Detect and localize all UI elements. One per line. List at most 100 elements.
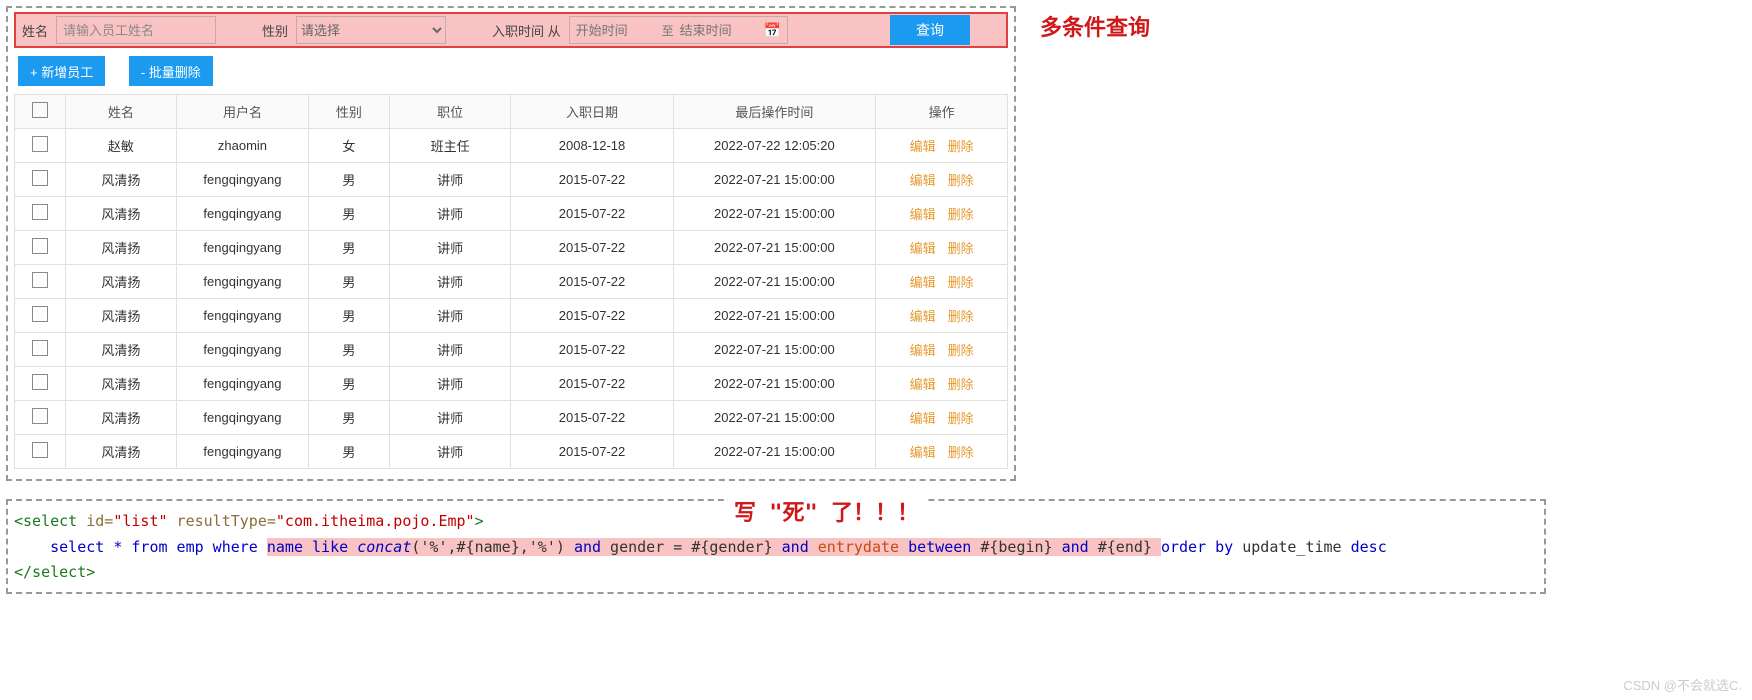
th-gender: 性别: [308, 95, 389, 129]
th-name: 姓名: [65, 95, 176, 129]
cell-name: 风清扬: [65, 299, 176, 333]
edit-link[interactable]: 编辑: [910, 173, 936, 188]
delete-link[interactable]: 删除: [948, 377, 974, 392]
cell-position: 讲师: [389, 231, 511, 265]
add-employee-button[interactable]: + 新增员工: [18, 56, 105, 86]
gender-label: 性别: [262, 21, 288, 40]
cell-username: fengqingyang: [177, 367, 309, 401]
cell-entrydate: 2015-07-22: [511, 231, 673, 265]
search-bar: 姓名 性别 请选择 入职时间 从 至 📅 查询: [14, 12, 1008, 48]
table-row: 风清扬fengqingyang男讲师2015-07-222022-07-21 1…: [15, 299, 1008, 333]
top-panel: 姓名 性别 请选择 入职时间 从 至 📅 查询 + 新增员工 - 批量删除 姓名…: [6, 6, 1016, 481]
cell-position: 讲师: [389, 265, 511, 299]
date-start-input[interactable]: [576, 23, 656, 38]
table-row: 赵敏zhaomin女班主任2008-12-182022-07-22 12:05:…: [15, 129, 1008, 163]
cell-lastop: 2022-07-21 15:00:00: [673, 401, 876, 435]
table-row: 风清扬fengqingyang男讲师2015-07-222022-07-21 1…: [15, 435, 1008, 469]
delete-link[interactable]: 删除: [948, 173, 974, 188]
employee-table: 姓名 用户名 性别 职位 入职日期 最后操作时间 操作 赵敏zhaomin女班主…: [14, 94, 1008, 469]
table-row: 风清扬fengqingyang男讲师2015-07-222022-07-21 1…: [15, 367, 1008, 401]
table-row: 风清扬fengqingyang男讲师2015-07-222022-07-21 1…: [15, 163, 1008, 197]
edit-link[interactable]: 编辑: [910, 445, 936, 460]
cell-username: fengqingyang: [177, 401, 309, 435]
delete-link[interactable]: 删除: [948, 411, 974, 426]
batch-delete-button[interactable]: - 批量删除: [129, 56, 213, 86]
delete-link[interactable]: 删除: [948, 445, 974, 460]
delete-link[interactable]: 删除: [948, 275, 974, 290]
table-header-row: 姓名 用户名 性别 职位 入职日期 最后操作时间 操作: [15, 95, 1008, 129]
cell-name: 赵敏: [65, 129, 176, 163]
row-checkbox[interactable]: [32, 136, 48, 152]
cell-username: fengqingyang: [177, 435, 309, 469]
code-line-3: </select>: [14, 560, 1538, 586]
row-checkbox[interactable]: [32, 238, 48, 254]
edit-link[interactable]: 编辑: [910, 411, 936, 426]
cell-name: 风清扬: [65, 333, 176, 367]
delete-link[interactable]: 删除: [948, 207, 974, 222]
cell-gender: 男: [308, 197, 389, 231]
row-checkbox[interactable]: [32, 204, 48, 220]
cell-gender: 男: [308, 367, 389, 401]
row-checkbox[interactable]: [32, 306, 48, 322]
table-row: 风清扬fengqingyang男讲师2015-07-222022-07-21 1…: [15, 401, 1008, 435]
delete-link[interactable]: 删除: [948, 343, 974, 358]
cell-position: 讲师: [389, 333, 511, 367]
th-username: 用户名: [177, 95, 309, 129]
cell-entrydate: 2015-07-22: [511, 197, 673, 231]
cell-username: fengqingyang: [177, 333, 309, 367]
delete-link[interactable]: 删除: [948, 139, 974, 154]
edit-link[interactable]: 编辑: [910, 139, 936, 154]
th-action: 操作: [876, 95, 1008, 129]
cell-entrydate: 2015-07-22: [511, 299, 673, 333]
table-row: 风清扬fengqingyang男讲师2015-07-222022-07-21 1…: [15, 265, 1008, 299]
cell-name: 风清扬: [65, 265, 176, 299]
cell-entrydate: 2015-07-22: [511, 333, 673, 367]
cell-gender: 男: [308, 265, 389, 299]
edit-link[interactable]: 编辑: [910, 275, 936, 290]
table-row: 风清扬fengqingyang男讲师2015-07-222022-07-21 1…: [15, 197, 1008, 231]
date-end-input[interactable]: [680, 23, 760, 38]
row-checkbox[interactable]: [32, 408, 48, 424]
cell-position: 讲师: [389, 435, 511, 469]
delete-link[interactable]: 删除: [948, 309, 974, 324]
annotation-multi-condition: 多条件查询: [1040, 10, 1150, 42]
cell-entrydate: 2015-07-22: [511, 367, 673, 401]
name-input[interactable]: [56, 16, 216, 44]
date-separator: 至: [662, 22, 674, 39]
row-checkbox[interactable]: [32, 340, 48, 356]
cell-gender: 男: [308, 163, 389, 197]
cell-position: 班主任: [389, 129, 511, 163]
cell-entrydate: 2015-07-22: [511, 163, 673, 197]
edit-link[interactable]: 编辑: [910, 309, 936, 324]
cell-entrydate: 2008-12-18: [511, 129, 673, 163]
row-checkbox[interactable]: [32, 374, 48, 390]
cell-lastop: 2022-07-21 15:00:00: [673, 231, 876, 265]
edit-link[interactable]: 编辑: [910, 241, 936, 256]
select-all-checkbox[interactable]: [32, 102, 48, 118]
cell-username: zhaomin: [177, 129, 309, 163]
cell-gender: 男: [308, 435, 389, 469]
edit-link[interactable]: 编辑: [910, 343, 936, 358]
date-range-input[interactable]: 至 📅: [569, 16, 788, 44]
name-label: 姓名: [22, 21, 48, 40]
edit-link[interactable]: 编辑: [910, 377, 936, 392]
cell-name: 风清扬: [65, 401, 176, 435]
delete-link[interactable]: 删除: [948, 241, 974, 256]
cell-entrydate: 2015-07-22: [511, 435, 673, 469]
th-position: 职位: [389, 95, 511, 129]
row-checkbox[interactable]: [32, 170, 48, 186]
cell-entrydate: 2015-07-22: [511, 265, 673, 299]
cell-lastop: 2022-07-21 15:00:00: [673, 333, 876, 367]
edit-link[interactable]: 编辑: [910, 207, 936, 222]
cell-gender: 男: [308, 401, 389, 435]
row-checkbox[interactable]: [32, 442, 48, 458]
cell-entrydate: 2015-07-22: [511, 401, 673, 435]
gender-select[interactable]: 请选择: [296, 16, 446, 44]
cell-lastop: 2022-07-21 15:00:00: [673, 299, 876, 333]
cell-position: 讲师: [389, 401, 511, 435]
cell-username: fengqingyang: [177, 163, 309, 197]
code-panel: 写 "死" 了！！！ <select id="list" resultType=…: [6, 499, 1546, 594]
row-checkbox[interactable]: [32, 272, 48, 288]
query-button[interactable]: 查询: [890, 15, 970, 45]
cell-name: 风清扬: [65, 367, 176, 401]
